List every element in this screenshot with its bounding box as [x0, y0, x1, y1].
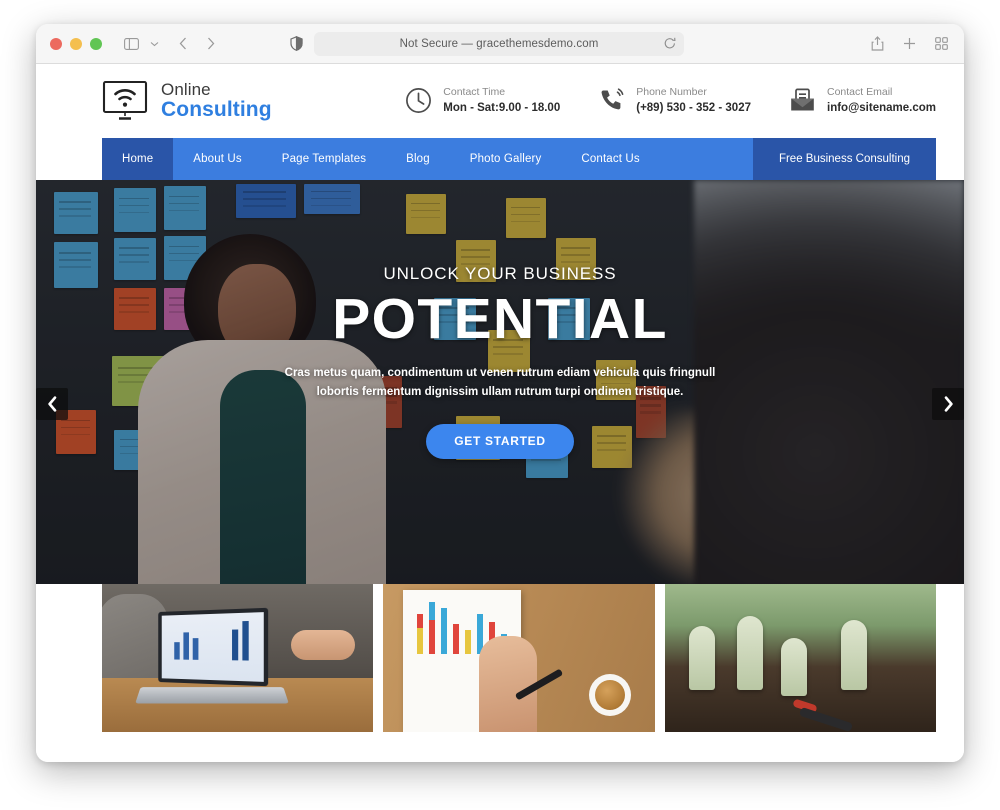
browser-toolbar: Not Secure — gracethemesdemo.com [36, 24, 964, 64]
envelope-icon [789, 87, 816, 114]
hero-subtitle: UNLOCK YOUR BUSINESS [383, 264, 617, 283]
contact-email-block: Contact Email info@sitename.com [789, 85, 936, 117]
contact-time-block: Contact Time Mon - Sat:9.00 - 18.00 [405, 85, 560, 117]
chevron-down-icon[interactable] [150, 41, 159, 47]
address-bar-area: Not Secure — gracethemesdemo.com [290, 32, 684, 56]
hero-content: UNLOCK YOUR BUSINESS POTENTIAL Cras metu… [36, 264, 964, 459]
services-strip [36, 584, 964, 762]
main-navigation: Home About Us Page Templates Blog Photo … [102, 138, 936, 180]
contact-time-label: Contact Time [443, 86, 506, 99]
hero-slider: UNLOCK YOUR BUSINESS POTENTIAL Cras metu… [36, 180, 964, 620]
browser-window: Not Secure — gracethemesdemo.com Online … [36, 24, 964, 762]
zoom-window-button[interactable] [90, 37, 102, 50]
service-image-money-growth[interactable] [664, 584, 936, 732]
phone-number-block: Phone Number (+89) 530 - 352 - 3027 [598, 85, 751, 117]
site-header: Online Consulting Contact Time Mon - Sat… [36, 64, 964, 138]
plus-icon[interactable] [903, 37, 916, 50]
logo-line-1: Online [161, 80, 211, 100]
logo-line-2: Consulting [161, 97, 272, 121]
contact-email-label: Contact Email [827, 86, 893, 99]
address-bar[interactable]: Not Secure — gracethemesdemo.com [314, 32, 684, 56]
contact-time-value: Mon - Sat:9.00 - 18.00 [443, 102, 561, 115]
clock-icon [405, 87, 432, 114]
header-contacts: Contact Time Mon - Sat:9.00 - 18.00 Phon… [405, 85, 936, 117]
minimize-window-button[interactable] [70, 37, 82, 50]
tab-overview-icon[interactable] [935, 37, 948, 50]
service-image-laptop-analytics[interactable] [102, 584, 374, 732]
get-started-button[interactable]: GET STARTED [426, 423, 574, 459]
sidebar-icon[interactable] [124, 37, 139, 50]
toolbar-right-icons [871, 36, 948, 51]
phone-number-label: Phone Number [636, 86, 707, 99]
reload-icon[interactable] [664, 37, 676, 55]
back-arrow-icon[interactable] [179, 37, 187, 50]
window-controls [36, 37, 102, 50]
forward-arrow-icon[interactable] [207, 37, 215, 50]
toolbar-left-icons [102, 37, 215, 50]
contact-email-value: info@sitename.com [827, 102, 936, 115]
hero-title: POTENTIAL [332, 287, 668, 351]
nav-item-home[interactable]: Home [102, 138, 174, 180]
hero-description: Cras metus quam, condimentum ut venen ru… [284, 366, 716, 398]
privacy-shield-icon[interactable] [290, 35, 303, 56]
free-consulting-button[interactable]: Free Business Consulting [752, 138, 936, 180]
service-image-chart-report[interactable] [383, 584, 655, 732]
nav-item-photo-gallery[interactable]: Photo Gallery [450, 138, 562, 180]
url-text: Not Secure — gracethemesdemo.com [399, 38, 599, 50]
share-icon[interactable] [871, 36, 884, 51]
slider-prev-button[interactable] [36, 388, 68, 420]
monitor-wifi-icon [102, 80, 148, 122]
nav-item-page-templates[interactable]: Page Templates [262, 138, 386, 180]
nav-item-about-us[interactable]: About Us [173, 138, 262, 180]
nav-item-blog[interactable]: Blog [386, 138, 450, 180]
phone-icon [598, 87, 625, 114]
nav-item-contact-us[interactable]: Contact Us [561, 138, 659, 180]
slider-next-button[interactable] [932, 388, 964, 420]
phone-number-value: (+89) 530 - 352 - 3027 [636, 102, 751, 115]
close-window-button[interactable] [50, 37, 62, 50]
logo-text: Online Consulting [161, 81, 272, 121]
site-logo[interactable]: Online Consulting [102, 80, 272, 122]
